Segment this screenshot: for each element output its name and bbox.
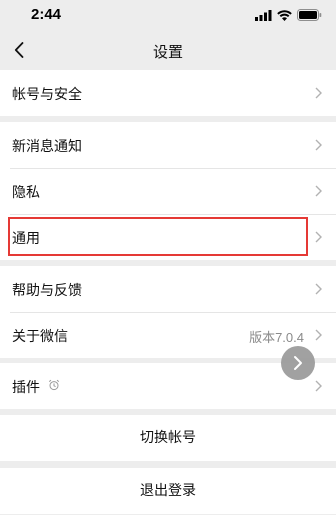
chevron-right-icon: [315, 380, 322, 392]
settings-group-about: 帮助与反馈 关于微信 版本7.0.4: [0, 266, 336, 358]
chevron-right-icon: [294, 356, 302, 370]
floating-assistive-button[interactable]: [281, 346, 315, 380]
settings-item-label: 插件: [12, 380, 40, 396]
alarm-icon: [48, 379, 60, 391]
settings-item-help-feedback[interactable]: 帮助与反馈: [0, 266, 336, 312]
page-title: 设置: [152, 43, 183, 61]
status-time: 2:44: [31, 6, 62, 23]
chevron-right-icon: [315, 329, 322, 341]
settings-item-label: 新消息通知: [12, 139, 82, 155]
settings-item-label: 隐私: [12, 185, 40, 201]
settings-item-label: 关于微信: [12, 329, 68, 345]
chevron-right-icon: [315, 283, 322, 295]
highlight-box: [8, 217, 308, 256]
status-bar: 2:44: [0, 0, 336, 30]
settings-group-general: 新消息通知 隐私 通用: [0, 122, 336, 260]
nav-bar: 设置: [0, 30, 336, 70]
chevron-right-icon: [315, 139, 322, 151]
signal-icon: [255, 9, 272, 21]
wifi-icon: [277, 9, 292, 21]
settings-item-notifications[interactable]: 新消息通知: [0, 122, 336, 168]
settings-item-label: 帮助与反馈: [12, 283, 82, 299]
chevron-right-icon: [315, 231, 322, 243]
version-value: 版本7.0.4: [249, 330, 304, 345]
chevron-right-icon: [315, 87, 322, 99]
chevron-right-icon: [315, 185, 322, 197]
settings-item-general[interactable]: 通用: [0, 214, 336, 260]
battery-icon: [297, 9, 322, 21]
settings-item-account-security[interactable]: 帐号与安全: [0, 70, 336, 116]
status-icons: [255, 9, 322, 21]
settings-item-label: 帐号与安全: [12, 87, 82, 103]
switch-account-button[interactable]: 切换帐号: [0, 415, 336, 461]
settings-group-account: 帐号与安全: [0, 70, 336, 116]
logout-button[interactable]: 退出登录: [0, 468, 336, 514]
settings-item-privacy[interactable]: 隐私: [0, 168, 336, 214]
